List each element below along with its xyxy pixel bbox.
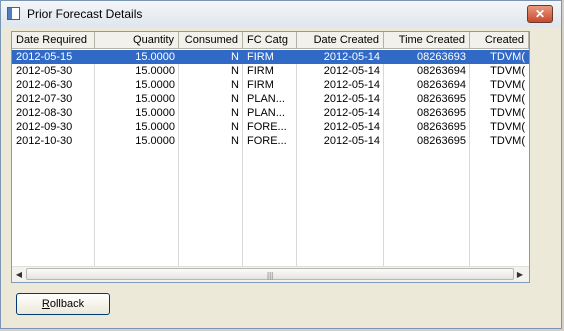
cell-date-required: 2012-07-30: [16, 93, 73, 105]
cell-created-by: TDVM(: [490, 121, 525, 133]
cell-time-created: 08263694: [417, 79, 466, 91]
cell-consumed: N: [231, 93, 239, 105]
cell-consumed: N: [231, 107, 239, 119]
cell-consumed: N: [231, 51, 239, 63]
cell-fc-catg: FIRM: [247, 65, 274, 77]
window-title: Prior Forecast Details: [27, 7, 143, 21]
grip-icon: |||: [267, 271, 274, 280]
cell-created-by: TDVM(: [490, 107, 525, 119]
cell-consumed: N: [231, 121, 239, 133]
cell-quantity: 15.0000: [135, 121, 175, 133]
cell-quantity: 15.0000: [135, 135, 175, 147]
cell-date-created: 2012-05-14: [323, 65, 380, 77]
grid-body: 2012-05-15 15.0000 N FIRM 2012-05-14 082…: [12, 50, 529, 268]
title-bar[interactable]: Prior Forecast Details ✕: [1, 1, 561, 27]
cell-created-by: TDVM(: [490, 65, 525, 77]
cell-created-by: TDVM(: [490, 51, 525, 63]
cell-fc-catg: FORE...: [247, 135, 287, 147]
close-button[interactable]: ✕: [527, 5, 553, 23]
cell-time-created: 08263693: [417, 51, 466, 63]
table-row[interactable]: 2012-09-30 15.0000 N FORE... 2012-05-14 …: [12, 120, 529, 134]
table-row[interactable]: 2012-05-15 15.0000 N FIRM 2012-05-14 082…: [12, 50, 529, 64]
header-consumed[interactable]: Consumed: [179, 32, 243, 49]
cell-date-created: 2012-05-14: [323, 107, 380, 119]
cell-time-created: 08263695: [417, 121, 466, 133]
cell-consumed: N: [231, 135, 239, 147]
cell-consumed: N: [231, 65, 239, 77]
cell-date-required: 2012-09-30: [16, 121, 73, 133]
cell-quantity: 15.0000: [135, 107, 175, 119]
cell-date-created: 2012-05-14: [323, 51, 380, 63]
cell-quantity: 15.0000: [135, 51, 175, 63]
cell-date-created: 2012-05-14: [323, 135, 380, 147]
cell-fc-catg: FIRM: [247, 51, 274, 63]
horizontal-scrollbar[interactable]: ◀ ||| ▶: [12, 266, 529, 282]
table-row[interactable]: 2012-05-30 15.0000 N FIRM 2012-05-14 082…: [12, 64, 529, 78]
cell-created-by: TDVM(: [490, 79, 525, 91]
cell-date-required: 2012-08-30: [16, 107, 73, 119]
cell-time-created: 08263695: [417, 107, 466, 119]
scroll-thumb[interactable]: |||: [26, 268, 514, 280]
table-row[interactable]: 2012-06-30 15.0000 N FIRM 2012-05-14 082…: [12, 78, 529, 92]
cell-created-by: TDVM(: [490, 93, 525, 105]
cell-fc-catg: PLAN...: [247, 107, 285, 119]
cell-time-created: 08263695: [417, 135, 466, 147]
rollback-button[interactable]: Rollback: [16, 293, 110, 315]
cell-fc-catg: FIRM: [247, 79, 274, 91]
forecast-grid[interactable]: Date Required Quantity Consumed FC Catg …: [11, 31, 530, 283]
cell-date-created: 2012-05-14: [323, 121, 380, 133]
cell-created-by: TDVM(: [490, 135, 525, 147]
scroll-left-icon[interactable]: ◀: [14, 269, 24, 280]
table-row[interactable]: 2012-08-30 15.0000 N PLAN... 2012-05-14 …: [12, 106, 529, 120]
rollback-label: ollback: [49, 298, 85, 310]
header-date-created[interactable]: Date Created: [297, 32, 384, 49]
header-time-created[interactable]: Time Created: [384, 32, 470, 49]
cell-time-created: 08263694: [417, 65, 466, 77]
cell-quantity: 15.0000: [135, 65, 175, 77]
cell-consumed: N: [231, 79, 239, 91]
cell-fc-catg: PLAN...: [247, 93, 285, 105]
prior-forecast-window: Prior Forecast Details ✕ Date Required Q…: [0, 0, 562, 329]
cell-date-required: 2012-05-30: [16, 65, 73, 77]
table-row[interactable]: 2012-10-30 15.0000 N FORE... 2012-05-14 …: [12, 134, 529, 148]
window-app-icon: [7, 7, 20, 20]
rollback-mnemonic: R: [41, 298, 50, 310]
header-created-by[interactable]: Created: [470, 32, 529, 49]
cell-quantity: 15.0000: [135, 79, 175, 91]
cell-date-required: 2012-05-15: [16, 51, 73, 63]
grid-header: Date Required Quantity Consumed FC Catg …: [12, 32, 529, 50]
table-row[interactable]: 2012-07-30 15.0000 N PLAN... 2012-05-14 …: [12, 92, 529, 106]
header-fc-catg[interactable]: FC Catg: [243, 32, 297, 49]
header-quantity[interactable]: Quantity: [95, 32, 179, 49]
cell-time-created: 08263695: [417, 93, 466, 105]
scroll-right-icon[interactable]: ▶: [515, 269, 525, 280]
header-date-required[interactable]: Date Required: [12, 32, 95, 49]
cell-quantity: 15.0000: [135, 93, 175, 105]
cell-date-required: 2012-10-30: [16, 135, 73, 147]
cell-fc-catg: FORE...: [247, 121, 287, 133]
cell-date-created: 2012-05-14: [323, 79, 380, 91]
cell-date-required: 2012-06-30: [16, 79, 73, 91]
cell-date-created: 2012-05-14: [323, 93, 380, 105]
